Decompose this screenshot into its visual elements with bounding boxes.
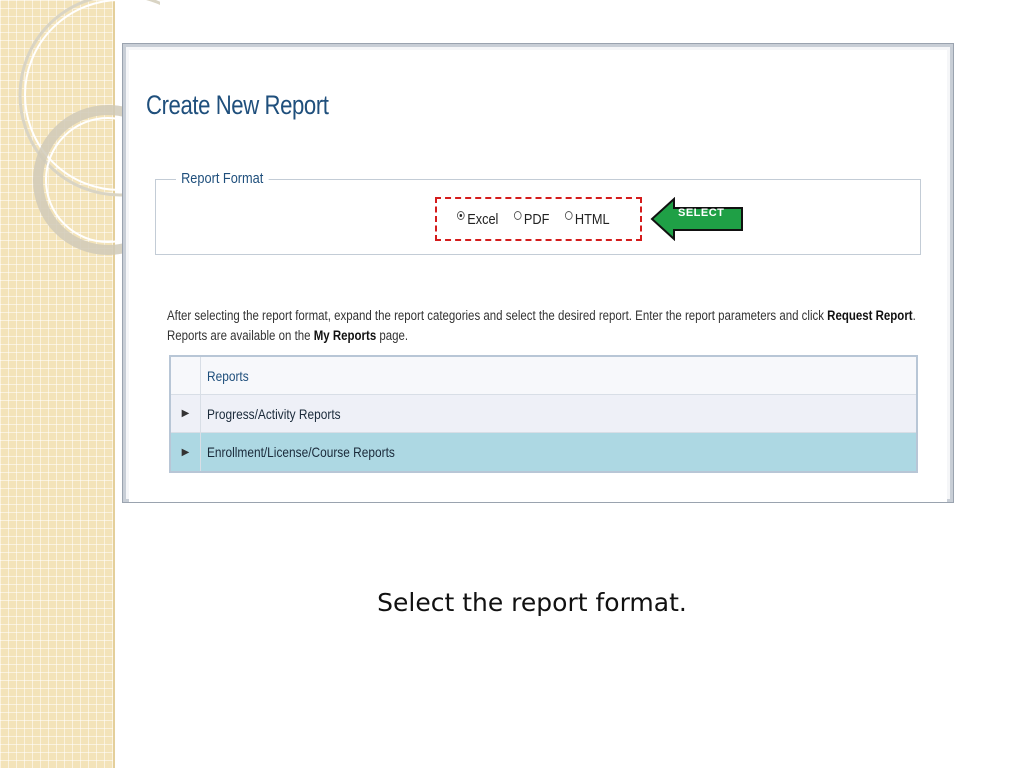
expand-arrow-icon[interactable]: ▶ [171, 395, 201, 432]
instructions-line-1: After selecting the report format, expan… [167, 308, 916, 323]
excel-radio[interactable] [457, 211, 465, 220]
excel-label: Excel [467, 211, 499, 228]
page-title: Create New Report [146, 90, 329, 120]
format-highlight-box: Excel PDF HTML [435, 197, 642, 241]
instructions-text: After selecting the report format, expan… [167, 306, 916, 346]
report-category-label[interactable]: Enrollment/License/Course Reports [207, 444, 395, 460]
report-format-fieldset: Report Format Excel PDF HTML SELECT [155, 170, 921, 255]
report-page: Create New Report Report Format Excel PD… [129, 50, 947, 502]
format-option-excel[interactable]: Excel [457, 211, 498, 228]
reports-header-label: Reports [207, 367, 249, 384]
html-label: HTML [574, 211, 610, 228]
table-row[interactable]: ▶ Enrollment/License/Course Reports [171, 433, 916, 471]
reports-table: Reports ▶ Progress/Activity Reports ▶ En… [169, 355, 918, 473]
report-format-legend: Report Format [176, 170, 269, 187]
slide-caption: Select the report format. [377, 588, 687, 617]
pdf-radio[interactable] [513, 211, 522, 220]
screenshot-panel: Create New Report Report Format Excel PD… [122, 43, 954, 503]
format-radio-group: Excel PDF HTML [457, 211, 610, 228]
select-callout: SELECT [650, 197, 746, 241]
table-row[interactable]: ▶ Progress/Activity Reports [171, 395, 916, 433]
report-category-label[interactable]: Progress/Activity Reports [207, 406, 341, 422]
left-arrow-icon [650, 197, 743, 241]
select-callout-label: SELECT [678, 207, 725, 219]
instructions-line-2: Reports are available on the My Reports … [167, 328, 409, 343]
format-option-pdf[interactable]: PDF [513, 211, 550, 228]
format-option-html[interactable]: HTML [564, 211, 610, 228]
html-radio[interactable] [564, 211, 573, 220]
pdf-label: PDF [523, 211, 550, 228]
request-report-term: Request Report [827, 308, 913, 323]
my-reports-term: My Reports [313, 328, 377, 343]
reports-table-header: Reports [171, 357, 916, 395]
expand-arrow-icon[interactable]: ▶ [171, 433, 201, 471]
